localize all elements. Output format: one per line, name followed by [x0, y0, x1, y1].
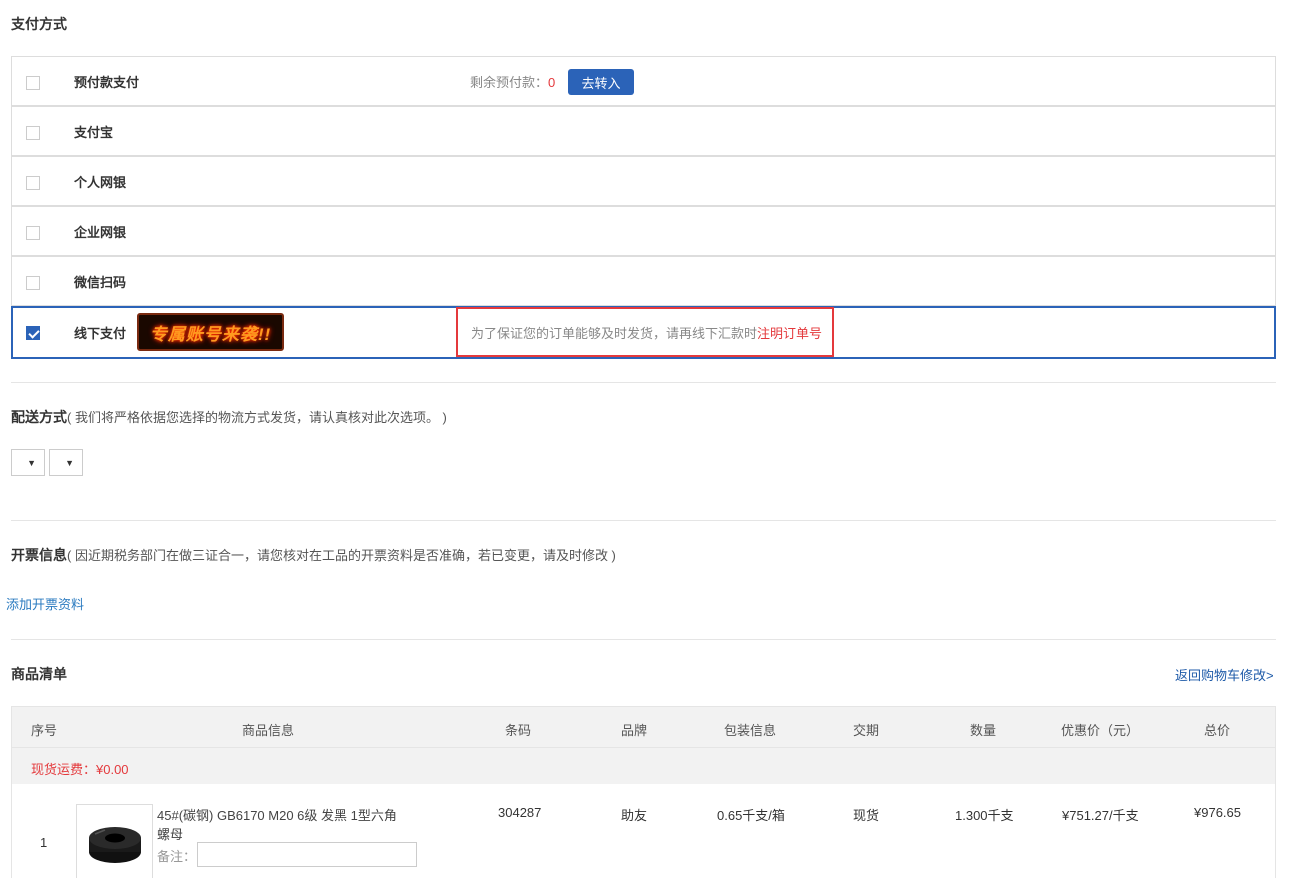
delivery-select-1[interactable]: ▼ — [11, 449, 45, 476]
payment-options-table: 预付款支付 剩余预付款：0 去转入 支付宝 个人网银 企业网银 微信扫码 线下支… — [11, 56, 1276, 359]
col-index: 序号 — [31, 723, 58, 738]
col-total: 总价 — [1204, 723, 1231, 738]
payment-option-label: 个人网银 — [74, 174, 127, 190]
row-price: ¥751.27/千支 — [1062, 808, 1139, 823]
delivery-title: 配送方式 — [11, 409, 67, 425]
payment-option-offline[interactable]: 线下支付 专属账号来袭!! 为了保证您的订单能够及时发货，请再线下汇款时 注明订单… — [11, 306, 1276, 359]
delivery-section-title: 配送方式( 我们将严格依据您选择的物流方式发货，请认真核对此次选项。 ) — [11, 407, 447, 427]
add-invoice-link[interactable]: 添加开票资料 — [6, 594, 84, 613]
table-row: 1 45#(碳钢) GB6170 M20 6级 发黑 1型六角 螺母 备注： 3… — [11, 784, 1276, 878]
chevron-down-icon: ▼ — [65, 457, 74, 468]
payment-section-title: 支付方式 — [11, 16, 67, 32]
divider — [11, 382, 1276, 383]
goods-table-header: 序号 商品信息 条码 品牌 包装信息 交期 数量 优惠价（元） 总价 — [11, 706, 1276, 748]
col-barcode: 条码 — [505, 723, 532, 738]
divider — [11, 639, 1276, 640]
freight-row: 现货运费：¥0.00 — [11, 748, 1276, 784]
checkbox[interactable] — [26, 176, 40, 190]
col-quantity: 数量 — [970, 723, 997, 738]
row-delivery: 现货 — [853, 808, 880, 823]
payment-option-label: 预付款支付 — [74, 74, 140, 90]
payment-option-label: 微信扫码 — [74, 274, 127, 290]
payment-option-prepaid[interactable]: 预付款支付 剩余预付款：0 去转入 — [12, 57, 1275, 107]
payment-option-personal-bank[interactable]: 个人网银 — [12, 157, 1275, 207]
col-price: 优惠价（元） — [1061, 723, 1140, 738]
row-total: ¥976.65 — [1194, 805, 1241, 820]
offline-payment-notice: 为了保证您的订单能够及时发货，请再线下汇款时 注明订单号 — [456, 307, 834, 357]
divider — [11, 520, 1276, 521]
row-packing: 0.65千支/箱 — [717, 808, 785, 823]
product-name-line1: 45#(碳钢) GB6170 M20 6级 发黑 1型六角 — [157, 808, 397, 823]
col-brand: 品牌 — [621, 723, 648, 738]
promo-badge-image: 专属账号来袭!! — [137, 313, 284, 351]
balance-label: 剩余预付款： — [470, 74, 549, 90]
row-brand: 助友 — [621, 808, 648, 823]
notice-emphasis: 注明订单号 — [757, 325, 823, 341]
col-delivery: 交期 — [853, 723, 880, 738]
checkbox[interactable] — [26, 76, 40, 90]
remark-label: 备注： — [157, 849, 197, 864]
freight-text: 现货运费：¥0.00 — [31, 762, 129, 777]
row-index: 1 — [40, 835, 48, 850]
product-name-line2: 螺母 — [157, 827, 184, 842]
product-thumbnail[interactable] — [76, 804, 153, 878]
invoice-section-title: 开票信息( 因近期税务部门在做三证合一，请您核对在工品的开票资料是否准确，若已变… — [11, 545, 616, 565]
remark-input[interactable] — [197, 842, 417, 867]
delivery-note: ( 我们将严格依据您选择的物流方式发货，请认真核对此次选项。 ) — [67, 410, 447, 425]
payment-option-label: 线下支付 — [74, 326, 127, 341]
checkbox[interactable] — [26, 126, 40, 140]
row-barcode: 304287 — [498, 805, 542, 820]
checkbox-checked[interactable] — [26, 326, 40, 340]
hex-nut-image — [89, 827, 141, 863]
payment-option-label: 企业网银 — [74, 224, 127, 240]
payment-option-alipay[interactable]: 支付宝 — [12, 107, 1275, 157]
checkbox[interactable] — [26, 276, 40, 290]
col-packing: 包装信息 — [724, 723, 777, 738]
row-quantity: 1.300千支 — [955, 808, 1014, 823]
payment-option-enterprise-bank[interactable]: 企业网银 — [12, 207, 1275, 257]
checkbox[interactable] — [26, 226, 40, 240]
back-to-cart-link[interactable]: 返回购物车修改> — [1175, 665, 1274, 684]
notice-text: 为了保证您的订单能够及时发货，请再线下汇款时 — [471, 325, 758, 341]
delivery-select-2[interactable]: ▼ — [49, 449, 83, 476]
col-product-info: 商品信息 — [242, 723, 295, 738]
transfer-in-button[interactable]: 去转入 — [568, 69, 634, 95]
goods-section-title: 商品清单 — [11, 666, 67, 682]
payment-option-label: 支付宝 — [74, 124, 114, 140]
payment-option-wechat-scan[interactable]: 微信扫码 — [12, 257, 1275, 307]
prepaid-balance: 剩余预付款：0 — [470, 72, 555, 91]
chevron-down-icon: ▼ — [27, 457, 36, 468]
invoice-title: 开票信息 — [11, 547, 67, 563]
invoice-note: ( 因近期税务部门在做三证合一，请您核对在工品的开票资料是否准确，若已变更，请及… — [67, 548, 616, 563]
balance-value: 0 — [548, 74, 556, 90]
